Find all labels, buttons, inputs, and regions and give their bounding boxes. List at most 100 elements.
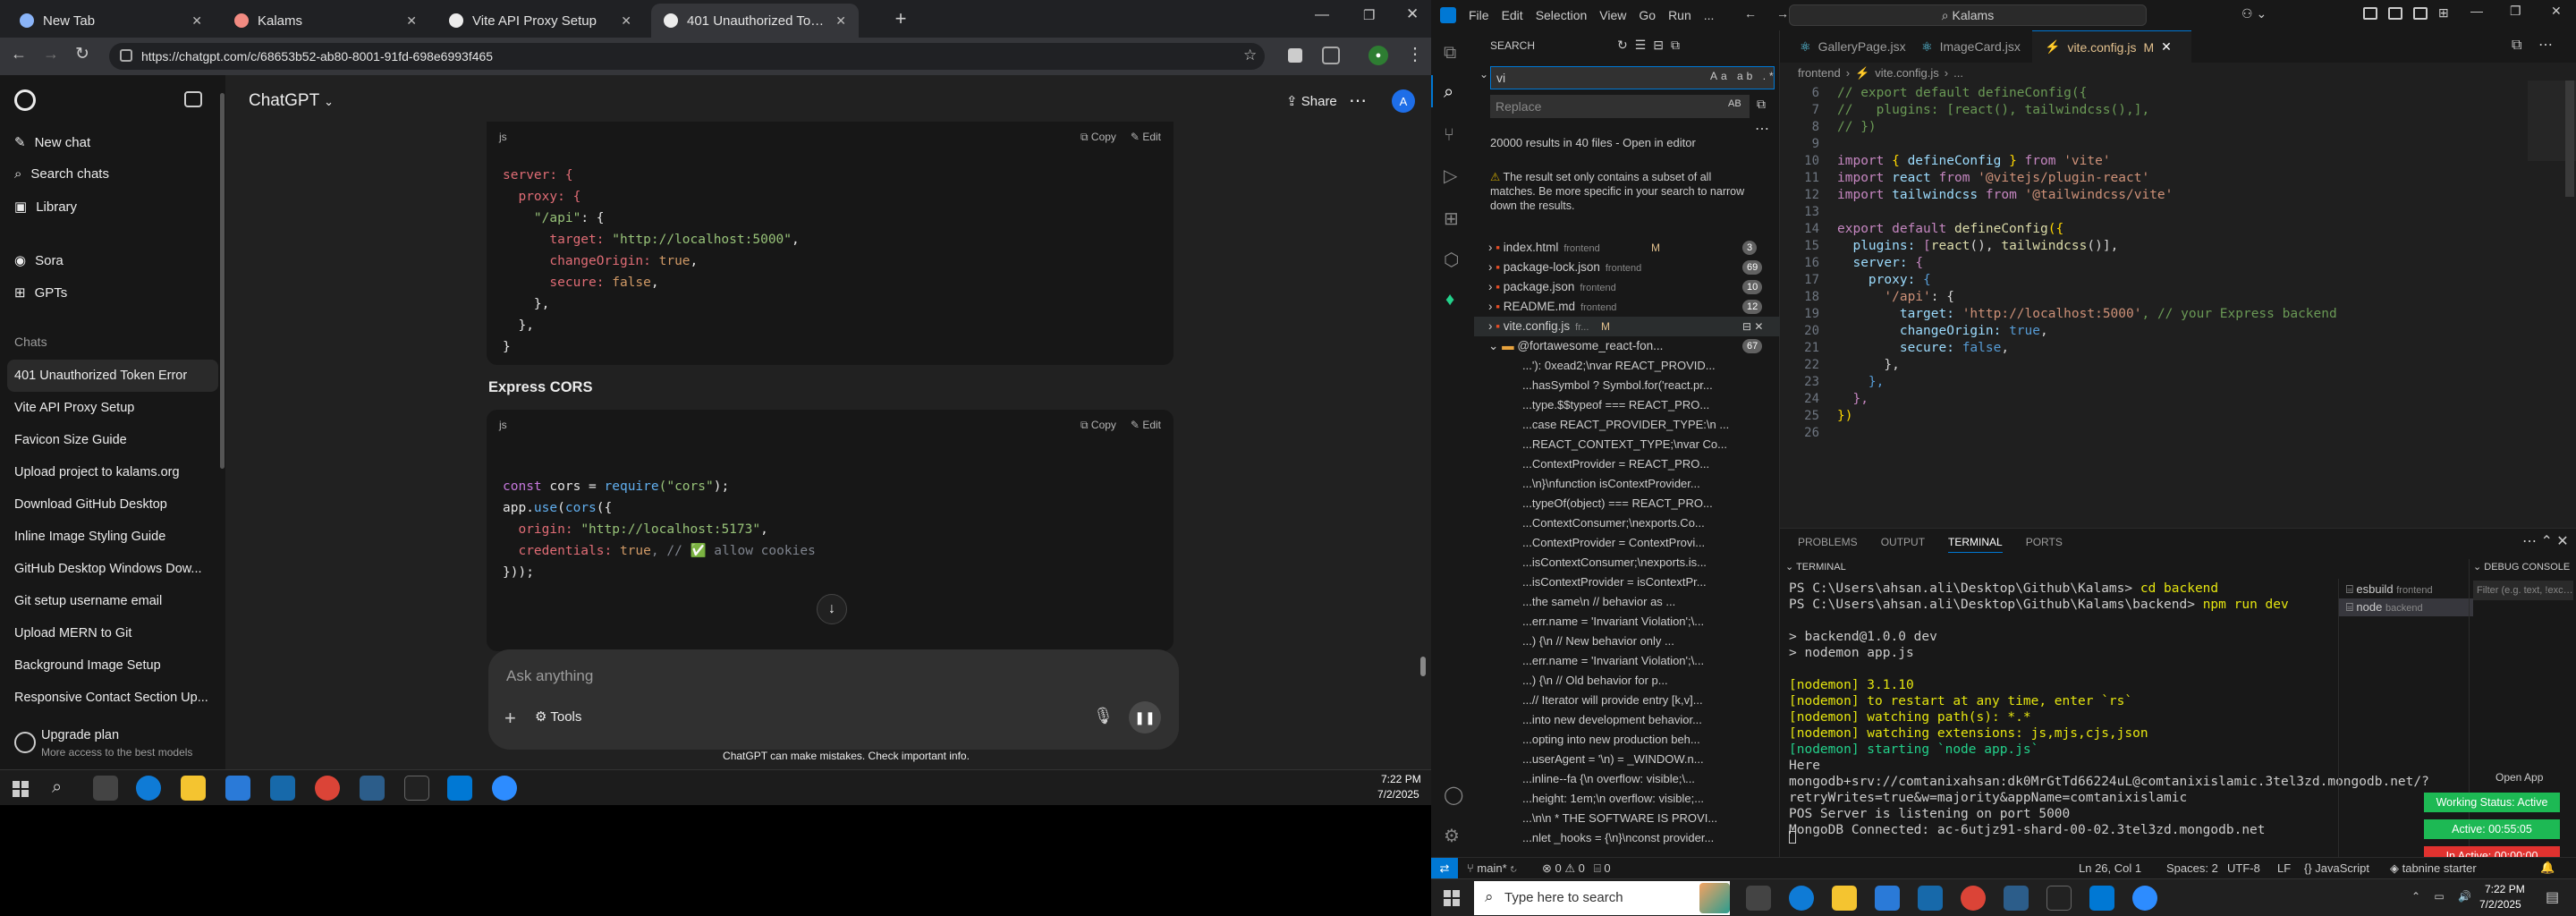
sora-link[interactable]: ◉ Sora [14,252,64,269]
search-chats-button[interactable]: ⌕ Search chats [14,166,109,182]
panel-tab-terminal[interactable]: TERMINAL [1948,536,2003,553]
chat-history-item[interactable]: Download GitHub Desktop [7,488,218,521]
toggle-primary-sidebar-icon[interactable] [2363,7,2377,20]
tab-vite-config[interactable]: ⚡ vite.config.js M ✕ [2032,30,2191,63]
ports-icon[interactable]: ⌸ 0 [1594,861,1611,876]
search-icon[interactable]: ⌕ [52,777,62,798]
search-match-line[interactable]: ...err.name = 'Invariant Violation';\... [1474,651,1780,671]
notifications-icon[interactable]: 🔔 [2540,861,2555,875]
search-match-line[interactable]: ...nlet _hooks = {\n}\nconst provider... [1474,828,1780,848]
search-result-file[interactable]: › ▪ README.md frontend 12 [1474,297,1780,317]
task-view-icon[interactable] [1746,886,1771,911]
copilot-icon[interactable]: ⚇ ⌄ [2241,6,2267,21]
tab-gallerypage[interactable]: ⚛ GalleryPage.jsx [1787,30,1919,63]
model-selector[interactable]: ChatGPT ⌄ [249,91,334,111]
split-editor-icon[interactable]: ⧉ [2512,38,2521,54]
search-match-line[interactable]: ...height: 1em;\n overflow: visible;... [1474,789,1780,809]
copy-code-button[interactable]: ⧉ Copy [1080,131,1116,144]
search-result-file[interactable]: ⌄ ▬ @fortawesome_react-fon... 67 [1474,336,1780,356]
chat-history-item[interactable]: Vite API Proxy Setup [7,392,218,424]
search-match-line[interactable]: ...\n}\nfunction isContextProvider... [1474,474,1780,494]
toggle-secondary-sidebar-icon[interactable] [2413,7,2428,20]
code-editor[interactable]: 6 // export default defineConfig({7 // plu… [1780,85,2549,442]
add-attachment-icon[interactable]: + [504,707,516,730]
cursor-position[interactable]: Ln 26, Col 1 [2079,861,2141,875]
microphone-icon[interactable]: 🎙 [1093,707,1114,725]
result-actions[interactable]: ⊟ ✕ [1742,317,1763,336]
indentation[interactable]: Spaces: 2 [2166,861,2218,875]
edit-code-button[interactable]: ✎ Edit [1131,419,1161,431]
store-icon[interactable] [225,776,250,801]
replace-all-icon[interactable]: ⧉ [1757,97,1766,112]
search-match-line[interactable]: ...opting into new production beh... [1474,730,1780,750]
encoding[interactable]: UTF-8 [2227,861,2260,875]
more-options-icon[interactable]: ⋯ [1349,89,1367,112]
scroll-down-icon[interactable]: ↓ [817,594,847,624]
search-match-line[interactable]: ...type.$$typeof === REACT_PRO... [1474,395,1780,415]
search-match-line[interactable]: ...into new development behavior... [1474,710,1780,730]
search-match-line[interactable]: ...) {\n // Old behavior for p... [1474,671,1780,691]
search-summary[interactable]: 20000 results in 40 files - Open in edit… [1490,136,1758,150]
chat-history-item[interactable]: Responsive Contact Section Up... [7,682,218,714]
search-match-line[interactable]: ...typeOf(object) === REACT_PRO... [1474,494,1780,513]
chat-history-item[interactable]: 401 Unauthorized Token Error [7,360,218,392]
reload-icon[interactable]: ↻ [75,44,89,64]
search-match-line[interactable]: ...case REACT_PROVIDER_TYPE:\n ... [1474,415,1780,435]
minimize-icon[interactable]: — [2470,4,2483,18]
chat-history-item[interactable]: GitHub Desktop Windows Dow... [7,553,218,585]
library-button[interactable]: ▣ Library [14,199,77,216]
chat-history-item[interactable]: Inline Image Styling Guide [7,521,218,553]
forward-icon[interactable]: → [43,45,59,64]
search-match-line[interactable]: ...REACT_CONTEXT_TYPE;\nvar Co... [1474,435,1780,454]
clock-date[interactable]: 7/2/2025 [1377,788,1419,801]
language-mode[interactable]: {} JavaScript [2304,861,2369,875]
edge-icon[interactable] [1789,886,1814,911]
maximize-icon[interactable]: ❐ [2510,4,2521,19]
vscode-icon[interactable] [2089,886,2114,911]
panel-tab-problems[interactable]: PROBLEMS [1798,536,1858,553]
chat-history-item[interactable]: Favicon Size Guide [7,424,218,456]
remote-indicator-icon[interactable]: ⇄ [1431,858,1458,879]
search-result-file[interactable]: › ▪ index.html frontend M 3 [1474,238,1780,258]
chat-history-item[interactable]: Upload MERN to Git [7,617,218,649]
search-match-line[interactable]: ...err.name = 'Invariant Violation';\... [1474,612,1780,632]
search-match-line[interactable]: ...the same\n // behavior as ... [1474,592,1780,612]
menu-item[interactable]: Selection [1536,8,1588,22]
user-avatar[interactable]: A [1392,89,1415,113]
git-desktop-icon[interactable] [360,776,385,801]
clock-time[interactable]: 7:22 PM [1381,773,1421,785]
search-match-line[interactable]: ...\n\n * THE SOFTWARE IS PROVI... [1474,809,1780,828]
editor-scrollbar[interactable] [2565,81,2574,197]
search-icon[interactable]: ⌕ [1444,82,1453,103]
notification-center-icon[interactable]: ▤ [2546,888,2559,906]
close-tab-icon[interactable]: ✕ [406,13,417,29]
search-options[interactable]: Aa ab .* [1710,70,1777,82]
sidebar-panel-icon[interactable] [1322,47,1340,64]
panel-tab-ports[interactable]: PORTS [2026,536,2063,553]
search-result-file[interactable]: › ▪ package-lock.json frontend 69 [1474,258,1780,277]
close-window-icon[interactable]: ✕ [2551,4,2562,19]
debug-filter-input[interactable]: Filter (e.g. text, !exclude, \escape) [2473,581,2573,600]
file-explorer-icon[interactable] [181,776,206,801]
openai-logo-icon[interactable] [14,89,36,111]
toggle-panel-icon[interactable] [2388,7,2402,20]
new-tab-icon[interactable]: + [891,7,911,30]
file-explorer-icon[interactable] [1832,886,1857,911]
terminal-icon[interactable] [2046,886,2072,911]
session-esbuild[interactable]: ⌸ esbuild frontend [2346,582,2433,597]
terminal-output[interactable]: PS C:\Users\ahsan.ali\Desktop\Github\Kal… [1789,581,2429,838]
zoom-icon[interactable] [2132,886,2157,911]
chrome-icon[interactable] [1961,886,1986,911]
search-result-file[interactable]: › ▪ vite.config.js fr... M ⊟ ✕ [1474,317,1780,336]
search-match-line[interactable]: ...ContextProvider = REACT_PRO... [1474,454,1780,474]
search-match-line[interactable]: ...ContextProvider = ContextProvi... [1474,533,1780,553]
git-desktop-icon[interactable] [2004,886,2029,911]
eol[interactable]: LF [2277,861,2291,875]
search-match-line[interactable]: ...isContextProvider = isContextPr... [1474,572,1780,592]
close-tab-icon[interactable]: ✕ [621,13,631,29]
menu-item[interactable]: Edit [1502,8,1523,22]
new-chat-button[interactable]: ✎ New chat [14,134,90,151]
main-scrollbar[interactable] [1420,657,1426,676]
manage-gear-icon[interactable]: ⚙ [1444,825,1460,847]
chrome-icon[interactable] [315,776,340,801]
